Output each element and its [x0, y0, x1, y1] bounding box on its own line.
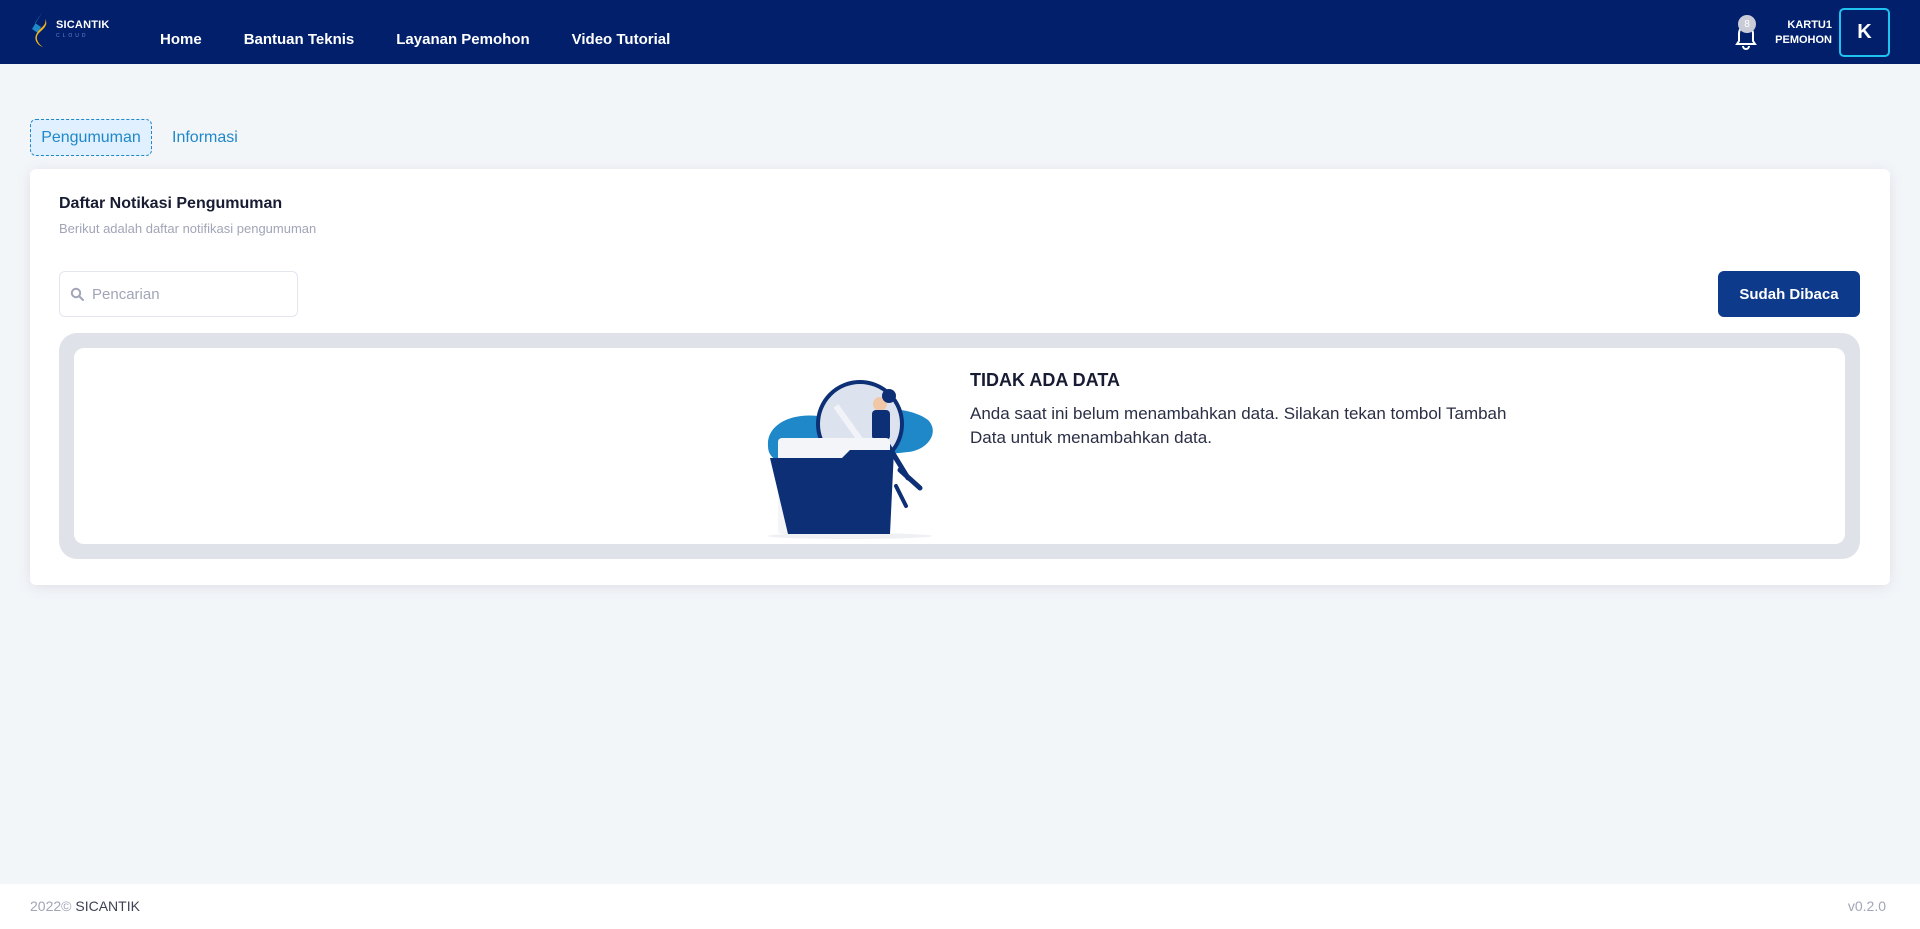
brand-sub: CLOUD	[56, 33, 89, 39]
user-avatar[interactable]: K	[1839, 8, 1890, 57]
empty-state-description: Anda saat ini belum menambahkan data. Si…	[970, 404, 1507, 447]
search-icon	[70, 287, 84, 301]
brand-logo[interactable]: SICANTIK CLOUD	[29, 8, 111, 50]
user-name-line2: PEMOHON	[1775, 34, 1832, 46]
top-navbar: SICANTIK CLOUD Home Bantuan Teknis Layan…	[0, 0, 1920, 64]
empty-state-panel: TIDAK ADA DATA Anda saat ini belum menam…	[74, 348, 1845, 544]
app-version: v0.2.0	[1847, 898, 1886, 914]
search-input[interactable]	[92, 285, 282, 303]
nav-layanan-pemohon[interactable]: Layanan Pemohon	[396, 17, 529, 48]
footer-copyright: 2022© SICANTIK	[30, 898, 140, 914]
search-box[interactable]	[59, 271, 298, 317]
footer-brand-link[interactable]: SICANTIK	[75, 898, 140, 914]
mark-as-read-button[interactable]: Sudah Dibaca	[1718, 271, 1860, 317]
brand-name: SICANTIK	[56, 19, 110, 31]
card-subtitle: Berikut adalah daftar notifikasi pengumu…	[59, 221, 317, 236]
empty-state-container: TIDAK ADA DATA Anda saat ini belum menam…	[59, 333, 1860, 559]
footer-year: 2022©	[30, 898, 72, 914]
main-nav: Home Bantuan Teknis Layanan Pemohon Vide…	[160, 0, 712, 64]
empty-state-title: TIDAK ADA DATA	[970, 370, 1120, 390]
logo-mark-icon	[32, 11, 47, 47]
card-title: Daftar Notikasi Pengumuman	[59, 195, 283, 212]
tab-informasi[interactable]: Informasi	[172, 119, 238, 156]
nav-bantuan-teknis[interactable]: Bantuan Teknis	[244, 17, 355, 48]
nav-home[interactable]: Home	[160, 17, 202, 48]
nav-video-tutorial[interactable]: Video Tutorial	[572, 17, 671, 48]
user-name-line1: KARTU1	[1787, 19, 1832, 31]
page-footer: 2022© SICANTIK v0.2.0	[0, 884, 1920, 929]
announcement-card: Daftar Notikasi Pengumuman Berikut adala…	[30, 169, 1890, 585]
user-name[interactable]: KARTU1 PEMOHON	[1752, 18, 1832, 48]
empty-folder-illustration	[767, 380, 933, 539]
tab-pengumuman[interactable]: Pengumuman	[30, 119, 152, 156]
